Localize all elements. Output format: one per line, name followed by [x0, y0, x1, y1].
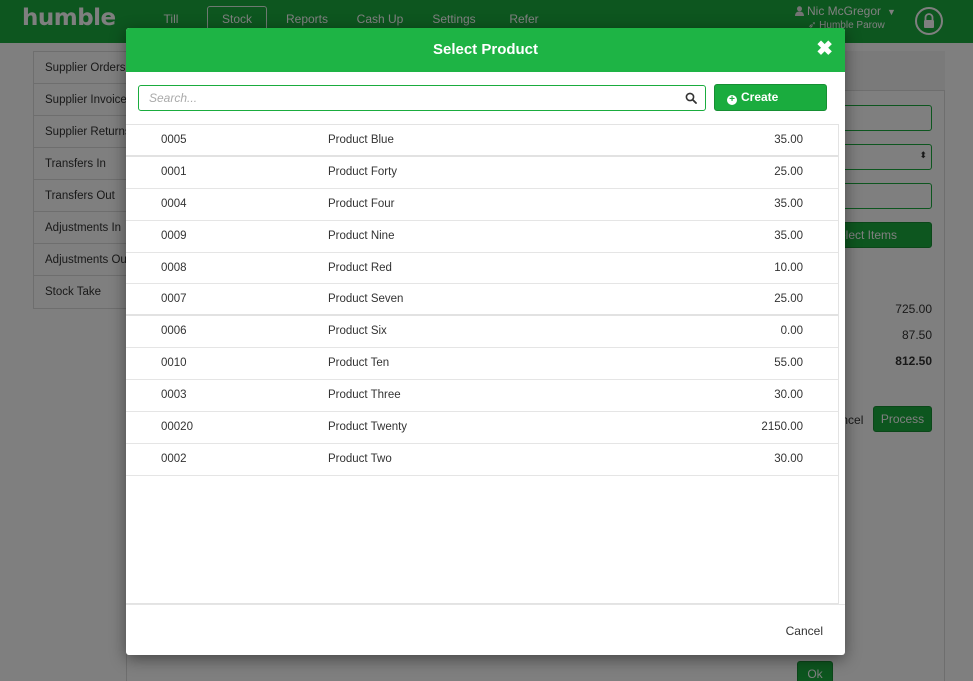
- product-row[interactable]: 0005 Product Blue 35.00: [126, 125, 838, 157]
- product-price: 25.00: [774, 165, 803, 178]
- product-row[interactable]: 0003 Product Three 30.00: [126, 380, 838, 413]
- product-row[interactable]: 0004 Product Four 35.00: [126, 189, 838, 221]
- product-code: 0004: [161, 197, 187, 210]
- product-name: Product Six: [328, 325, 387, 338]
- product-name: Product Red: [328, 261, 392, 274]
- product-price: 35.00: [774, 134, 803, 146]
- product-row[interactable]: 0009 Product Nine 35.00: [126, 221, 838, 253]
- search-icon[interactable]: [685, 92, 697, 104]
- product-name: Product Ten: [328, 357, 390, 370]
- product-code: 0007: [161, 293, 187, 306]
- modal-footer: Cancel: [126, 604, 845, 655]
- modal-header: Select Product ✖: [126, 28, 845, 72]
- product-name: Product Seven: [328, 293, 404, 306]
- product-price: 35.00: [774, 229, 803, 242]
- product-code: 0009: [161, 229, 187, 242]
- product-row[interactable]: 0010 Product Ten 55.00: [126, 348, 838, 381]
- product-row[interactable]: 00020 Product Twenty 2150.00: [126, 412, 838, 444]
- product-name: Product Blue: [328, 134, 394, 146]
- product-name: Product Forty: [328, 165, 398, 178]
- product-price: 10.00: [774, 261, 803, 274]
- product-list: 0005 Product Blue 35.00 0001 Product For…: [126, 124, 839, 604]
- product-name: Product Two: [328, 452, 392, 465]
- product-price: 0.00: [780, 325, 803, 338]
- product-price: 55.00: [774, 357, 803, 370]
- close-icon[interactable]: ✖: [816, 28, 833, 72]
- product-row[interactable]: 0008 Product Red 10.00: [126, 253, 838, 285]
- product-price: 25.00: [774, 293, 803, 306]
- product-price: 2150.00: [761, 421, 803, 434]
- search-field[interactable]: [138, 85, 706, 111]
- select-product-modal: Select Product ✖ +Create Product 0005 Pr…: [126, 28, 845, 655]
- product-row[interactable]: 0007 Product Seven 25.00: [126, 284, 838, 317]
- product-name: Product Twenty: [328, 421, 408, 434]
- create-product-button[interactable]: + Create Product: [714, 84, 827, 129]
- product-code: 0010: [161, 357, 187, 370]
- product-code: 00020: [161, 421, 193, 434]
- product-price: 30.00: [774, 389, 803, 402]
- cancel-button[interactable]: Cancel: [786, 624, 823, 638]
- modal-title: Select Product: [432, 41, 539, 58]
- product-price: 30.00: [774, 452, 803, 465]
- product-code: 0001: [161, 165, 187, 178]
- product-row[interactable]: 0006 Product Six 0.00: [126, 316, 838, 349]
- product-row[interactable]: 0002 Product Two 30.00: [126, 444, 838, 476]
- product-code: 0006: [161, 325, 187, 338]
- product-row[interactable]: 0001 Product Forty 25.00: [126, 157, 838, 189]
- product-code: 0008: [161, 261, 187, 274]
- product-code: 0003: [161, 389, 187, 402]
- product-name: Product Nine: [328, 229, 395, 242]
- product-code: 0005: [161, 134, 187, 146]
- product-price: 35.00: [774, 197, 803, 210]
- search-input[interactable]: [149, 86, 679, 110]
- plus-circle-icon: +: [727, 95, 737, 105]
- product-name: Product Three: [328, 389, 401, 402]
- product-code: 0002: [161, 452, 187, 465]
- product-name: Product Four: [328, 197, 395, 210]
